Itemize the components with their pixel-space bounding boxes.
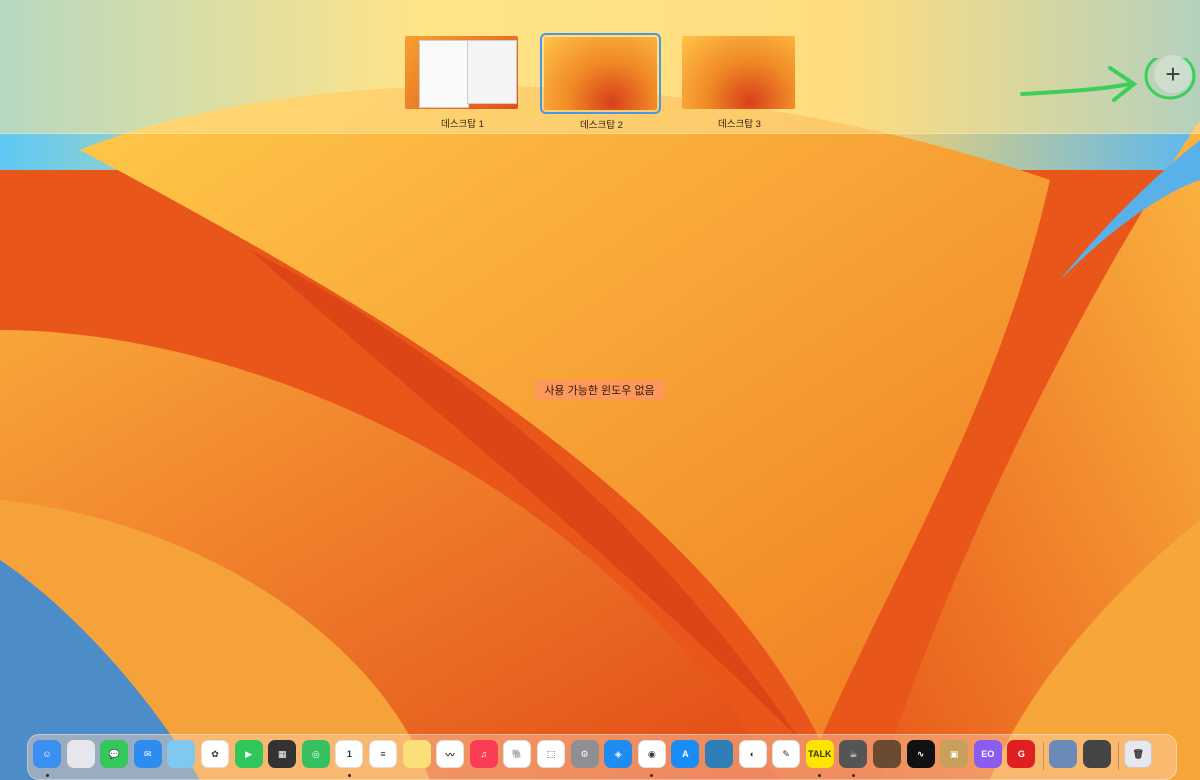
dock-item-coffee-app[interactable]: ☕: [839, 740, 868, 768]
pro-app-icon: G: [1017, 749, 1025, 759]
space-desktop-2[interactable]: 데스크탑 2: [540, 33, 661, 131]
dock: ☺ 💬 ✉ ✿ ▶ ▦ ◎ 1 ≡ 〰 ♫ 🐘 ⬚ ⚙ ◈ ◉ A ◐ ✎ TALK ☕ ∿ ▣ EO G 🗑: [27, 734, 1177, 780]
desktop-screen: 데스크탑 1 데스크탑 2 데스크탑 3 + 사용 가능한 윈도우 없음 ☺ 💬 ✉…: [0, 0, 1200, 780]
running-indicator: [650, 774, 654, 777]
kakaotalk-icon: TALK: [808, 749, 832, 759]
space-thumbnail: [405, 36, 518, 109]
freeform-icon: 〰: [445, 749, 455, 760]
dock-separator: [1043, 742, 1044, 770]
dock-item-screenshot[interactable]: ⬚: [537, 740, 565, 768]
add-space-button[interactable]: +: [1154, 55, 1192, 93]
evernote-icon: 🐘: [511, 748, 523, 759]
dock-item-safari[interactable]: ◈: [604, 740, 633, 768]
running-indicator: [818, 774, 822, 777]
magnifier-icon: ◐: [749, 749, 756, 759]
facetime-icon: ▶: [245, 748, 253, 759]
dock-item-photos[interactable]: ✿: [201, 740, 229, 768]
dock-item-messages[interactable]: 💬: [100, 740, 129, 768]
dock-item-applications-folder[interactable]: [1082, 740, 1111, 768]
space-label: 데스크탑 3: [718, 119, 761, 130]
coffee-icon: ☕: [849, 748, 858, 759]
dock-item-activity-monitor[interactable]: ∿: [906, 740, 935, 768]
dock-item-kakaotalk[interactable]: TALK: [805, 740, 834, 768]
dock-item-freeform[interactable]: 〰: [436, 740, 465, 768]
running-indicator: [45, 774, 49, 777]
textedit-icon: ✎: [782, 748, 790, 759]
dock-item-textedit[interactable]: ✎: [772, 740, 801, 768]
space-label: 데스크탑 1: [441, 119, 484, 130]
archive-icon: ▣: [949, 748, 959, 759]
mission-control-spaces-bar: 데스크탑 1 데스크탑 2 데스크탑 3 +: [0, 0, 1200, 134]
running-indicator: [851, 774, 855, 777]
dock-item-script-editor[interactable]: [873, 740, 901, 768]
dock-item-books[interactable]: [705, 740, 733, 768]
dock-item-eo-app[interactable]: EO: [973, 740, 1002, 768]
space-desktop-1[interactable]: 데스크탑 1: [405, 36, 518, 130]
dock-item-calendar[interactable]: 1: [335, 740, 364, 768]
dock-separator: [1118, 742, 1120, 770]
messages-icon: 💬: [108, 748, 120, 759]
dock-item-app-store[interactable]: A: [671, 740, 700, 768]
calculator-icon: ▦: [277, 748, 287, 759]
window-preview: [467, 40, 517, 104]
finder-icon: ☺: [42, 749, 52, 759]
dock-item-mail[interactable]: ✉: [133, 740, 162, 768]
dock-item-find-my[interactable]: ◎: [301, 740, 330, 768]
space-label: 데스크탑 2: [580, 120, 623, 131]
dock-item-downloads-folder[interactable]: [1049, 740, 1077, 768]
window-preview: [419, 40, 469, 108]
dock-item-facetime[interactable]: ▶: [234, 740, 263, 768]
dock-item-reminders[interactable]: ≡: [369, 740, 397, 768]
photos-icon: ✿: [211, 748, 219, 759]
no-windows-message: 사용 가능한 윈도우 없음: [534, 380, 665, 400]
calendar-icon: 1: [346, 749, 352, 759]
space-thumbnail: [682, 36, 795, 109]
dock-item-finder[interactable]: ☺: [33, 740, 61, 768]
mail-icon: ✉: [144, 748, 152, 759]
dock-item-music[interactable]: ♫: [469, 740, 498, 768]
dock-item-notes[interactable]: [402, 740, 431, 768]
dock-item-system-settings[interactable]: ⚙: [570, 740, 599, 768]
reminders-icon: ≡: [380, 749, 386, 759]
screenshot-icon: ⬚: [546, 748, 556, 759]
dock-item-pro-app[interactable]: G: [1007, 740, 1036, 768]
dock-item-magnifier[interactable]: ◐: [738, 740, 767, 768]
eo-app-icon: EO: [981, 749, 995, 759]
trash-icon: 🗑: [1132, 748, 1144, 759]
activity-monitor-icon: ∿: [916, 748, 925, 759]
app-store-icon: A: [682, 749, 689, 759]
space-desktop-3[interactable]: 데스크탑 3: [682, 36, 795, 130]
space-thumbnail: [540, 33, 661, 114]
dock-item-evernote[interactable]: 🐘: [503, 740, 532, 768]
dock-item-archive-utility[interactable]: ▣: [940, 740, 969, 768]
dock-item-trash[interactable]: 🗑: [1124, 740, 1153, 768]
find-my-icon: ◎: [311, 748, 320, 759]
music-icon: ♫: [480, 749, 488, 759]
dock-item-maps[interactable]: [167, 740, 196, 768]
running-indicator: [347, 774, 351, 777]
dock-item-chrome[interactable]: ◉: [637, 740, 666, 768]
system-settings-icon: ⚙: [580, 748, 589, 759]
dock-item-calculator[interactable]: ▦: [268, 740, 297, 768]
chrome-icon: ◉: [647, 748, 656, 759]
plus-icon: +: [1165, 59, 1181, 89]
dock-item-launchpad[interactable]: [66, 740, 95, 768]
safari-icon: ◈: [614, 748, 622, 759]
